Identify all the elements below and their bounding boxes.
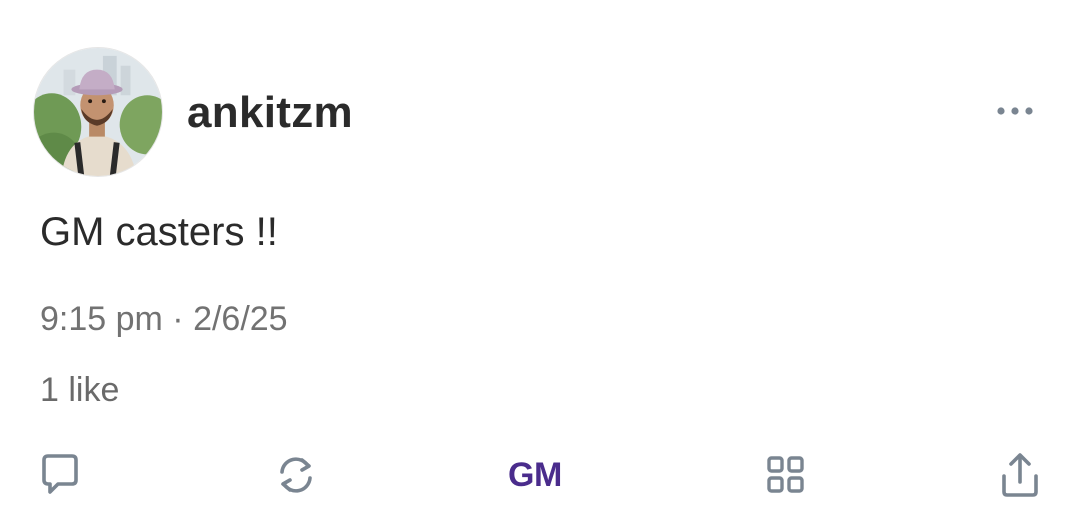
recast-button[interactable] bbox=[272, 452, 320, 498]
recast-icon bbox=[280, 457, 312, 493]
avatar[interactable] bbox=[33, 47, 163, 177]
reply-icon bbox=[42, 454, 78, 494]
share-button[interactable] bbox=[998, 452, 1042, 498]
avatar-photo bbox=[34, 48, 162, 176]
reply-button[interactable] bbox=[38, 452, 82, 498]
grid-icon bbox=[767, 456, 804, 493]
more-icon bbox=[997, 107, 1033, 115]
post-card: ankitzm GM casters !! 9:15 pm · 2/6/25 1… bbox=[0, 0, 1080, 531]
post-timestamp: 9:15 pm · 2/6/25 bbox=[40, 300, 288, 338]
share-icon bbox=[1002, 453, 1038, 497]
more-options-button[interactable] bbox=[990, 96, 1040, 126]
post-text: GM casters !! bbox=[40, 210, 278, 254]
author-username[interactable]: ankitzm bbox=[187, 85, 353, 141]
gm-button[interactable]: GM bbox=[508, 452, 562, 498]
likes-count[interactable]: 1 like bbox=[40, 367, 119, 413]
apps-button[interactable] bbox=[766, 452, 806, 498]
